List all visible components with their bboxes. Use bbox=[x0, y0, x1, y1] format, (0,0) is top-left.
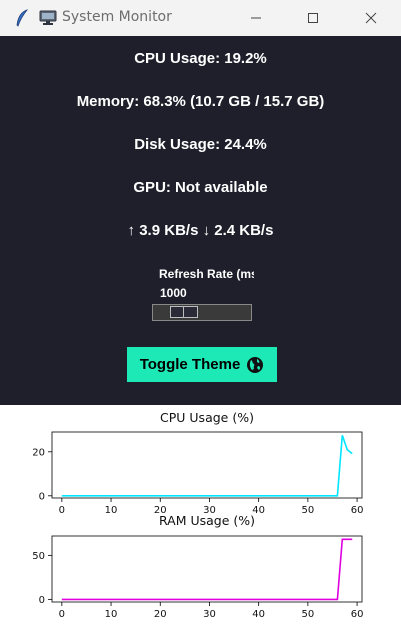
close-icon bbox=[365, 12, 377, 24]
gpu-label: GPU: Not available bbox=[133, 179, 268, 196]
ram-y-tick-label: 0 bbox=[39, 595, 45, 606]
network-speed-label: ↑ 3.9 KB/s ↓ 2.4 KB/s bbox=[127, 222, 274, 239]
cpu-usage-label: CPU Usage: 19.2% bbox=[134, 50, 267, 67]
ram-x-tick-label: 30 bbox=[203, 609, 216, 620]
usage-charts: 0 10 20 30 40 50 600200 10 20 30 40 50 60050CPU Usag… bbox=[32, 410, 364, 620]
title-bar: System Monitor bbox=[0, 0, 401, 36]
cpu-y-tick-label: 20 bbox=[32, 447, 45, 458]
memory-usage-label: Memory: 68.3% (10.7 GB / 15.7 GB) bbox=[76, 93, 325, 110]
refresh-rate-value: 1000 bbox=[160, 286, 187, 300]
ram-x-tick-label: 40 bbox=[252, 609, 265, 620]
slider-handle[interactable] bbox=[169, 306, 198, 318]
ram-y-tick-label: 50 bbox=[32, 551, 45, 562]
cpu-y-tick-label: 0 bbox=[39, 491, 45, 502]
ram-x-tick-label: 20 bbox=[154, 609, 167, 620]
close-button[interactable] bbox=[348, 0, 394, 36]
cpu-chart-title: CPU Usage (%) bbox=[160, 410, 254, 425]
cpu-x-tick-label: 60 bbox=[351, 505, 364, 516]
refresh-rate-slider[interactable] bbox=[152, 304, 252, 321]
feather-icon bbox=[12, 8, 32, 28]
charts-area: 0 10 20 30 40 50 60 0 20 0 10 20 30 40 50 60 0 50 CPU Usag… bbox=[0, 405, 401, 626]
refresh-rate-label: Refresh Rate (ms) bbox=[159, 267, 254, 281]
minimize-button[interactable] bbox=[233, 0, 279, 36]
maximize-button[interactable] bbox=[290, 0, 336, 36]
toggle-theme-button[interactable]: Toggle Theme bbox=[127, 347, 277, 382]
ram-x-tick-label: 10 bbox=[105, 609, 118, 620]
disk-usage-label: Disk Usage: 24.4% bbox=[134, 136, 267, 153]
window-title: System Monitor bbox=[62, 9, 172, 25]
cpu-plot-frame bbox=[51, 431, 363, 499]
ram-x-tick-label: 60 bbox=[351, 609, 364, 620]
minimize-icon bbox=[251, 17, 261, 19]
ram-x-tick-label: 50 bbox=[302, 609, 315, 620]
toggle-theme-label: Toggle Theme bbox=[139, 356, 241, 373]
cpu-x-tick-label: 10 bbox=[105, 505, 118, 516]
ram-chart-title: RAM Usage (%) bbox=[159, 513, 255, 528]
stats-panel: CPU Usage: 19.2% Memory: 68.3% (10.7 GB … bbox=[0, 36, 401, 405]
monitor-icon bbox=[38, 8, 58, 28]
cpu-x-tick-label: 50 bbox=[302, 505, 315, 516]
cpu-x-tick-label: 0 bbox=[59, 505, 65, 516]
ram-plot-frame bbox=[51, 535, 363, 603]
globe-icon bbox=[247, 356, 264, 373]
maximize-icon bbox=[308, 13, 318, 23]
ram-x-tick-label: 0 bbox=[59, 609, 65, 620]
